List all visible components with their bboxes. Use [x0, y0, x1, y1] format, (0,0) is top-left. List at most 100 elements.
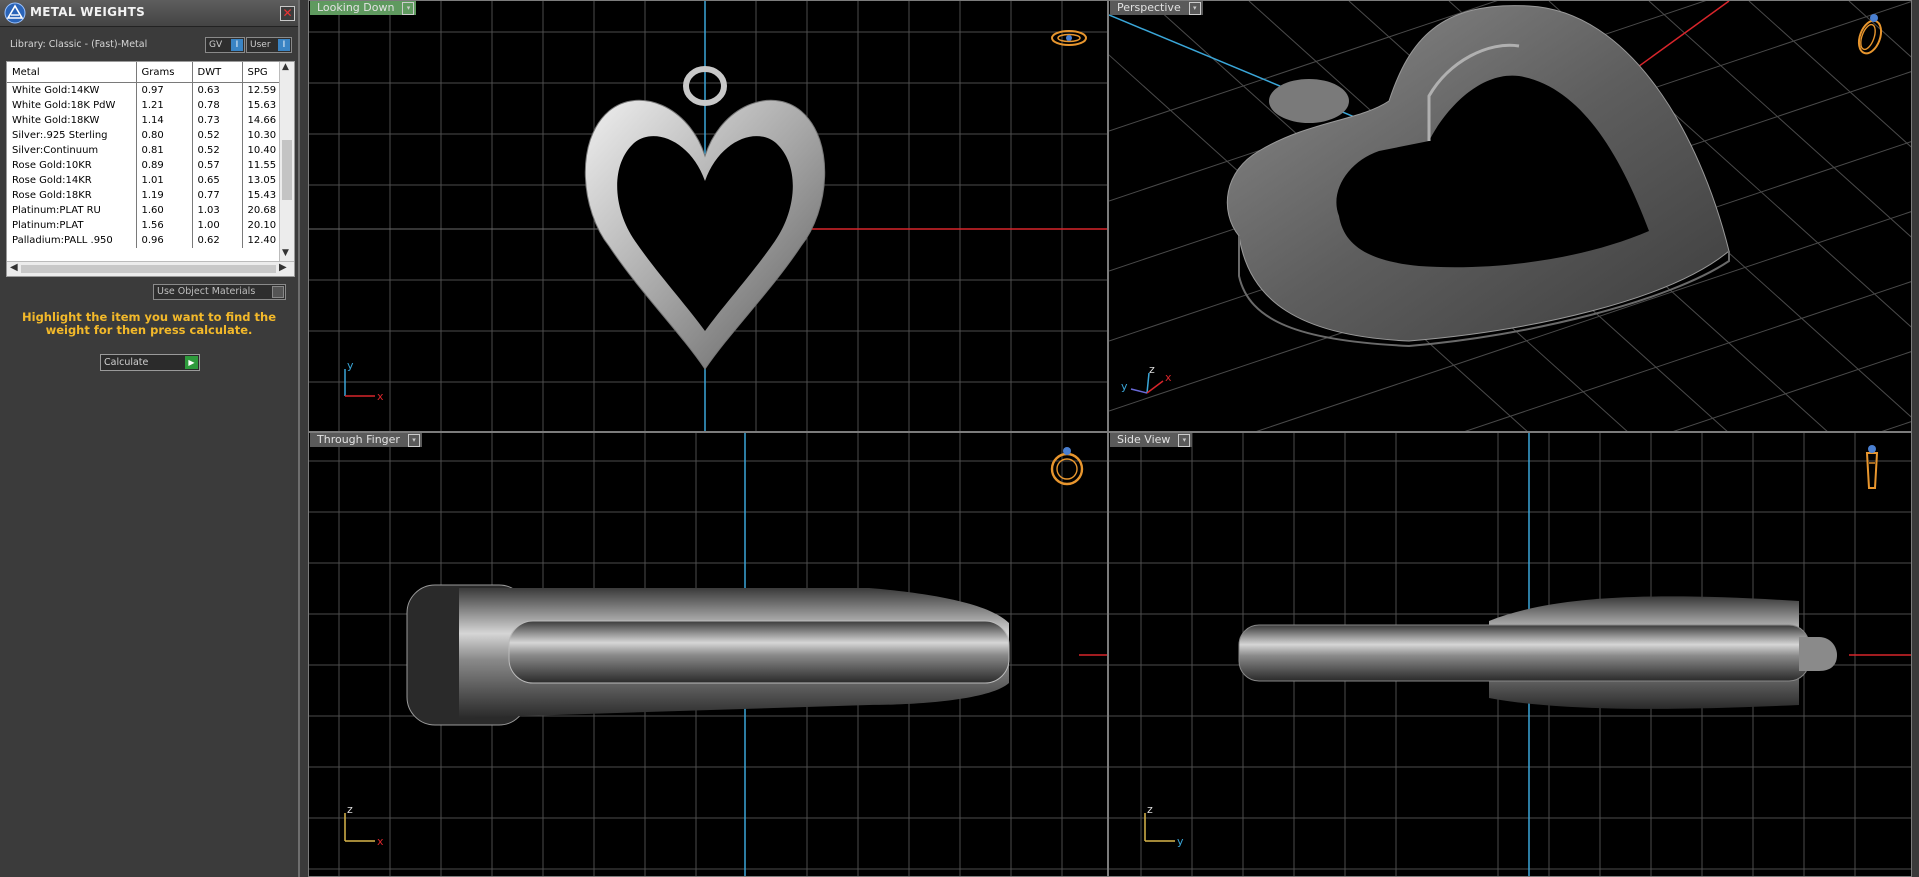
gv-toggle[interactable]: GV I [205, 37, 245, 53]
calculate-button-label: Calculate [104, 357, 149, 368]
scroll-up-icon[interactable]: ▲ [282, 62, 289, 72]
chevron-down-icon[interactable]: ▾ [1188, 2, 1201, 15]
ring-top-icon[interactable] [1049, 27, 1089, 49]
viewport-looking-down[interactable]: y x Looking Down ▾ [308, 0, 1108, 432]
panel-title-bar[interactable]: METAL WEIGHTS ✕ [0, 0, 298, 27]
cell-grams: 1.56 [136, 218, 193, 233]
close-icon[interactable]: ✕ [280, 6, 295, 21]
table-row[interactable]: White Gold:18K PdW 1.21 0.78 15.63 [7, 98, 281, 113]
cell-spg: 10.40 [242, 143, 281, 158]
viewport-perspective[interactable]: z y x Perspective ▾ [1108, 0, 1912, 432]
heart-pendant-front[interactable] [406, 584, 1010, 726]
ring-side-icon[interactable] [1861, 443, 1883, 493]
cell-metal: Silver:.925 Sterling [7, 128, 137, 143]
table-horizontal-scrollbar[interactable]: ◀ ▶ [7, 261, 294, 276]
axis-label-a: z [347, 803, 353, 816]
table-row[interactable]: Platinum:PLAT RU 1.60 1.03 20.68 [7, 203, 281, 218]
cell-spg: 20.10 [242, 218, 281, 233]
heart-pendant-perspective[interactable] [1226, 5, 1730, 348]
cell-grams: 0.97 [136, 82, 193, 98]
viewport-label-text: Perspective [1117, 1, 1181, 14]
viewport-label-through-finger[interactable]: Through Finger ▾ [310, 433, 422, 447]
table-row[interactable]: Rose Gold:18KR 1.19 0.77 15.43 [7, 188, 281, 203]
table-row[interactable]: Silver:.925 Sterling 0.80 0.52 10.30 [7, 128, 281, 143]
heart-pendant-side[interactable] [1238, 596, 1837, 709]
chevron-down-icon[interactable]: ▾ [402, 2, 415, 15]
axis-label-b: x [377, 390, 384, 403]
table-row[interactable]: Silver:Continuum 0.81 0.52 10.40 [7, 143, 281, 158]
column-header-dwt[interactable]: DWT [192, 62, 243, 83]
horizontal-scroll-thumb[interactable] [21, 265, 276, 273]
cell-spg: 12.59 [242, 82, 281, 98]
table-vertical-scrollbar[interactable]: ▲ ▼ [279, 62, 294, 262]
cell-spg: 20.68 [242, 203, 281, 218]
cell-metal: White Gold:18KW [7, 113, 137, 128]
perspective-scene: z y x [1109, 1, 1911, 431]
cell-dwt: 0.52 [192, 128, 243, 143]
axis-label-b: x [377, 835, 384, 848]
cell-dwt: 0.65 [192, 173, 243, 188]
scroll-left-icon[interactable]: ◀ [10, 262, 18, 273]
gv-toggle-button[interactable]: I [231, 39, 243, 51]
cell-grams: 1.14 [136, 113, 193, 128]
cell-dwt: 0.78 [192, 98, 243, 113]
ring-front-icon[interactable] [1047, 443, 1087, 487]
scroll-down-icon[interactable]: ▼ [282, 248, 289, 258]
panel-title: METAL WEIGHTS [30, 5, 146, 19]
cell-metal: White Gold:14KW [7, 82, 137, 98]
axis-label-b: y [1121, 380, 1128, 393]
cell-metal: White Gold:18K PdW [7, 98, 137, 113]
table-row[interactable]: White Gold:18KW 1.14 0.73 14.66 [7, 113, 281, 128]
vertical-scroll-thumb[interactable] [282, 140, 292, 200]
cell-metal: Rose Gold:10KR [7, 158, 137, 173]
cell-grams: 1.60 [136, 203, 193, 218]
user-toggle-button[interactable]: I [278, 39, 290, 51]
cell-dwt: 0.52 [192, 143, 243, 158]
metal-weights-panel: METAL WEIGHTS ✕ Library: Classic - (Fast… [0, 0, 300, 877]
column-header-spg[interactable]: SPG [242, 62, 281, 83]
cell-spg: 15.63 [242, 98, 281, 113]
calculate-button[interactable]: Calculate ▶ [100, 354, 200, 371]
cell-metal: Palladium:PALL .950 [7, 233, 137, 248]
cell-dwt: 0.62 [192, 233, 243, 248]
column-header-metal[interactable]: Metal [7, 62, 137, 83]
table-row[interactable]: Rose Gold:10KR 0.89 0.57 11.55 [7, 158, 281, 173]
chevron-down-icon[interactable]: ▾ [407, 434, 420, 447]
chevron-down-icon[interactable]: ▾ [1178, 434, 1191, 447]
table-row[interactable]: Palladium:PALL .950 0.96 0.62 12.40 [7, 233, 281, 248]
table-row[interactable]: Rose Gold:14KR 1.01 0.65 13.05 [7, 173, 281, 188]
use-object-materials-label: Use Object Materials [157, 286, 256, 297]
viewport-label-perspective[interactable]: Perspective ▾ [1110, 1, 1203, 15]
cell-spg: 15.43 [242, 188, 281, 203]
cell-dwt: 0.73 [192, 113, 243, 128]
viewport-through-finger[interactable]: z x Through Finger ▾ [308, 432, 1108, 877]
user-toggle[interactable]: User I [246, 37, 292, 53]
viewport-label-text: Through Finger [317, 433, 400, 446]
viewport-label-looking-down[interactable]: Looking Down ▾ [310, 1, 417, 15]
cell-dwt: 0.57 [192, 158, 243, 173]
ring-perspective-icon[interactable] [1855, 9, 1885, 57]
axis-triad: z y [1144, 803, 1184, 848]
viewport-side-view[interactable]: z y Side View ▾ [1108, 432, 1912, 877]
cell-metal: Rose Gold:18KR [7, 188, 137, 203]
viewport-label-side-view[interactable]: Side View ▾ [1110, 433, 1193, 447]
cell-spg: 13.05 [242, 173, 281, 188]
cell-metal: Silver:Continuum [7, 143, 137, 158]
cell-grams: 1.21 [136, 98, 193, 113]
column-header-grams[interactable]: Grams [136, 62, 193, 83]
use-object-materials-checkbox[interactable] [272, 286, 284, 298]
side-view-scene: z y [1109, 433, 1911, 876]
looking-down-scene: y x [309, 1, 1107, 431]
use-object-materials-toggle[interactable]: Use Object Materials [153, 284, 286, 300]
viewport-label-text: Side View [1117, 433, 1171, 446]
scroll-right-icon[interactable]: ▶ [279, 262, 287, 273]
table-row[interactable]: White Gold:14KW 0.97 0.63 12.59 [7, 82, 281, 98]
app-logo-icon [4, 2, 26, 24]
play-icon[interactable]: ▶ [185, 356, 198, 369]
cell-spg: 11.55 [242, 158, 281, 173]
axis-triad: z y x [1121, 363, 1172, 394]
table-row[interactable]: Platinum:PLAT 1.56 1.00 20.10 [7, 218, 281, 233]
metal-table-container: Metal Grams DWT SPG White Gold:14KW 0.97 0… [6, 61, 295, 277]
axis-label-b: y [1177, 835, 1184, 848]
axis-label-a: z [1149, 363, 1155, 376]
